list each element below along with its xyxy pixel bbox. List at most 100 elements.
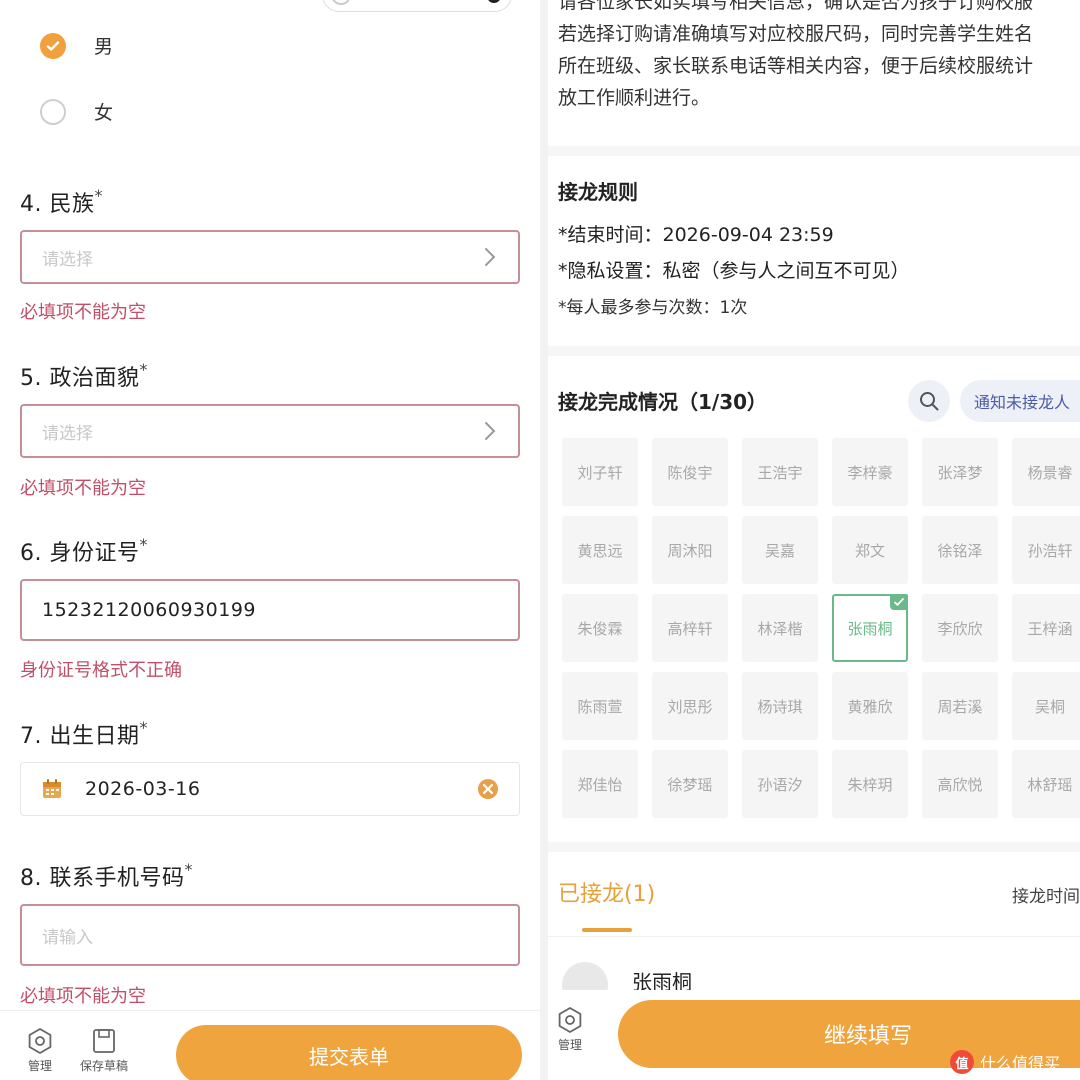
participant-cell[interactable]: 王梓涵: [1012, 594, 1080, 662]
participant-cell[interactable]: 黄雅欣: [832, 672, 908, 740]
radio-unchecked-icon: [40, 98, 66, 125]
sort-by-time[interactable]: 接龙时间: [1012, 882, 1080, 907]
tab-indicator: [582, 928, 632, 932]
participant-cell[interactable]: 吴桐: [1012, 672, 1080, 740]
participant-cell[interactable]: 朱俊霖: [562, 594, 638, 662]
chevron-right-icon: [485, 422, 496, 440]
participant-cell[interactable]: 周沐阳: [652, 516, 728, 584]
gender-option-female[interactable]: 女: [40, 98, 113, 125]
participant-cell[interactable]: 郑佳怡: [562, 750, 638, 818]
participant-cell-name: 周若溪: [937, 697, 983, 716]
participant-cell-name: 杨景睿: [1027, 463, 1073, 482]
participant-cell-name: 李梓豪: [847, 463, 893, 482]
participant-cell-completed[interactable]: 张雨桐: [832, 594, 908, 662]
hexagon-settings-icon: [558, 1006, 582, 1034]
ethnicity-placeholder: 请选择: [42, 249, 93, 270]
participant-cell[interactable]: 林泽楷: [742, 594, 818, 662]
radio-checked-icon: [40, 32, 66, 59]
participant-cell-name: 徐梦瑶: [667, 775, 713, 794]
participant-cell[interactable]: 陈雨萱: [562, 672, 638, 740]
chevron-right-icon: [485, 248, 496, 266]
participant-cell[interactable]: 张泽梦: [922, 438, 998, 506]
participant-cell-name: 郑文: [854, 541, 885, 560]
participant-cell[interactable]: 郑文: [832, 516, 908, 584]
watermark-text: 什么值得买: [980, 1054, 1061, 1073]
participant-cell-name: 刘思彤: [667, 697, 713, 716]
id-number-title-text: 6. 身份证号: [20, 541, 140, 566]
ethnicity-title: 4. 民族*: [20, 186, 103, 218]
participant-cell-name: 周沐阳: [667, 541, 713, 560]
hexagon-settings-icon: [28, 1027, 52, 1055]
manage-button[interactable]: 管理: [556, 1006, 584, 1053]
save-draft-label: 保存草稿: [80, 1059, 129, 1073]
participant-cell[interactable]: 林舒瑶: [1012, 750, 1080, 818]
birth-date-title-text: 7. 出生日期: [20, 724, 140, 749]
participant-cell[interactable]: 徐梦瑶: [652, 750, 728, 818]
participant-cell[interactable]: 王浩宇: [742, 438, 818, 506]
participant-cell[interactable]: 高梓轩: [652, 594, 728, 662]
participant-cell-name: 朱俊霖: [577, 619, 623, 638]
id-number-title: 6. 身份证号*: [20, 535, 148, 567]
participant-cell-name: 孙浩轩: [1027, 541, 1073, 560]
rules-title: 接龙规则: [558, 180, 638, 204]
ethnicity-select[interactable]: 请选择: [20, 230, 520, 284]
participant-cell[interactable]: 刘子轩: [562, 438, 638, 506]
participant-cell-name: 朱梓玥: [847, 775, 893, 794]
search-button[interactable]: [908, 380, 950, 422]
participant-cell[interactable]: 陈俊宇: [652, 438, 728, 506]
section-separator: [548, 146, 1080, 156]
panel-divider: [540, 0, 548, 1080]
watermark-logo: 值: [950, 1050, 974, 1074]
rule-privacy: *隐私设置：私密（参与人之间互不可见）: [558, 260, 910, 282]
tab-completed[interactable]: 已接龙(1): [558, 876, 655, 908]
participant-cell-name: 郑佳怡: [577, 775, 623, 794]
participant-cell-name: 王梓涵: [1027, 619, 1073, 638]
participant-cell[interactable]: 李欣欣: [922, 594, 998, 662]
political-select[interactable]: 请选择: [20, 404, 520, 458]
political-title: 5. 政治面貌*: [20, 360, 148, 392]
participant-cell[interactable]: 李梓豪: [832, 438, 908, 506]
participant-cell-name: 孙语汐: [757, 775, 803, 794]
clear-icon[interactable]: [477, 778, 499, 800]
participant-cell[interactable]: 黄思远: [562, 516, 638, 584]
form-panel: 男 女 4. 民族* 请选择 必填项不能为空 5. 政治面貌* 请选择 必填项不…: [0, 0, 540, 1080]
section-separator: [548, 346, 1080, 356]
participant-cell[interactable]: 徐铭泽: [922, 516, 998, 584]
gender-label: 女: [94, 102, 114, 124]
participant-cell[interactable]: 周若溪: [922, 672, 998, 740]
manage-label: 管理: [557, 1038, 582, 1052]
participant-cell-name: 刘子轩: [577, 463, 623, 482]
participant-cell[interactable]: 吴嘉: [742, 516, 818, 584]
participant-cell[interactable]: 高欣悦: [922, 750, 998, 818]
watermark: 值 什么值得买: [950, 1050, 1060, 1074]
notify-pending-button[interactable]: 通知未接龙人: [960, 380, 1080, 422]
required-mark: *: [184, 860, 193, 879]
toggle-knob: [487, 0, 501, 3]
participant-cell[interactable]: 杨诗琪: [742, 672, 818, 740]
participant-cell-name: 黄雅欣: [847, 697, 893, 716]
phone-title: 8. 联系手机号码*: [20, 860, 193, 892]
id-number-input[interactable]: 15232120060930199: [20, 579, 520, 641]
phone-input[interactable]: 请输入: [20, 904, 520, 966]
participant-cell-name: 林泽楷: [757, 619, 803, 638]
submit-form-button[interactable]: 提交表单: [176, 1025, 522, 1080]
search-icon: [920, 392, 939, 411]
participant-cell[interactable]: 杨景睿: [1012, 438, 1080, 506]
required-mark: *: [94, 186, 103, 205]
participant-cell-name: 吴桐: [1034, 697, 1065, 716]
gender-option-male[interactable]: 男: [40, 32, 113, 59]
required-mark: *: [139, 535, 148, 554]
check-icon: [890, 594, 908, 610]
save-icon: [93, 1029, 115, 1053]
birth-date-picker[interactable]: 2026-03-16: [20, 762, 520, 816]
participant-cell-name: 高梓轩: [667, 619, 713, 638]
participant-cell[interactable]: 孙浩轩: [1012, 516, 1080, 584]
participant-cell[interactable]: 刘思彤: [652, 672, 728, 740]
save-draft-button[interactable]: 保存草稿: [80, 1027, 128, 1074]
participant-cell[interactable]: 孙语汐: [742, 750, 818, 818]
participant-cell-name: 黄思远: [577, 541, 623, 560]
participant-cell-name: 王浩宇: [757, 463, 803, 482]
manage-button[interactable]: 管理: [26, 1027, 54, 1074]
top-partial-control[interactable]: [322, 0, 512, 12]
participant-cell[interactable]: 朱梓玥: [832, 750, 908, 818]
